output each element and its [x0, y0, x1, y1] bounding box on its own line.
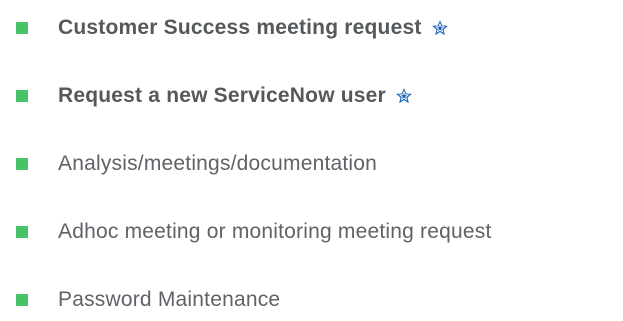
catalog-item-new-servicenow-user[interactable]: Request a new ServiceNow user	[16, 82, 413, 110]
catalog-item-label: Analysis/meetings/documentation	[58, 152, 378, 175]
catalog-item-password-maintenance[interactable]: Password Maintenance	[16, 286, 280, 314]
star-icon	[395, 87, 413, 105]
star-icon	[431, 19, 449, 37]
bullet-square-icon	[16, 294, 28, 306]
bullet-square-icon	[16, 226, 28, 238]
catalog-item-customer-success-meeting[interactable]: Customer Success meeting request	[16, 14, 449, 42]
catalog-item-adhoc-monitoring-meeting[interactable]: Adhoc meeting or monitoring meeting requ…	[16, 218, 492, 246]
catalog-item-label: Request a new ServiceNow user	[58, 84, 386, 107]
catalog-item-label: Password Maintenance	[58, 288, 281, 311]
catalog-item-label: Adhoc meeting or monitoring meeting requ…	[58, 220, 492, 243]
catalog-item-list: Customer Success meeting request Request…	[0, 0, 623, 321]
bullet-square-icon	[16, 158, 28, 170]
catalog-item-label: Customer Success meeting request	[58, 16, 422, 39]
bullet-square-icon	[16, 90, 28, 102]
bullet-square-icon	[16, 22, 28, 34]
catalog-item-analysis-meetings-documentation[interactable]: Analysis/meetings/documentation	[16, 150, 377, 178]
